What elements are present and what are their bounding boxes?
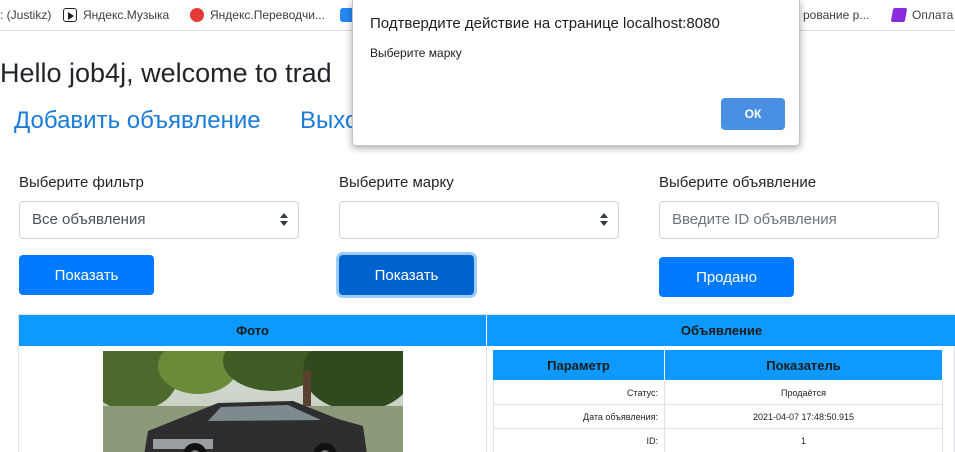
dialog-title: Подтвердите действие на странице localho… [370,15,720,32]
bookmark-payment[interactable]: Оплата [890,6,954,24]
add-ad-link[interactable]: Добавить объявление [14,107,261,135]
sold-button[interactable]: Продано [659,257,794,297]
bookmark-label: Оплата [912,8,954,22]
ad-id-input[interactable]: Введите ID объявления [659,201,939,239]
row-param: Дата объявления: [493,405,665,429]
select-caret-icon [600,213,608,227]
filter-select[interactable]: Все объявления [19,201,299,239]
table-row: ID: 1 [493,429,943,452]
brand-show-button[interactable]: Показать [339,255,474,295]
bookmark-yandex-music[interactable]: Яндекс.Музыка [63,6,169,24]
bookmark-yandex-translate[interactable]: Яндекс.Переводчи... [190,6,325,24]
select-caret-icon [280,213,288,227]
dialog-message: Выберите марку [370,46,462,60]
confirm-dialog: Подтвердите действие на странице localho… [352,0,800,146]
brand-label: Выберите марку [339,174,454,191]
translate-icon [190,8,204,22]
bookmark-label: : (Justikz) [0,8,52,22]
ad-id-placeholder: Введите ID объявления [672,211,837,228]
row-value: Продаётся [665,381,943,405]
row-param: ID: [493,429,665,452]
brand-select[interactable] [339,201,619,239]
bookmark-label: Яндекс.Переводчи... [210,8,325,22]
table-header-photo: Фото [19,315,487,346]
row-value: 2021-04-07 17:48:50.915 [665,405,943,429]
sub-header-param: Параметр [493,350,665,380]
filter-label: Выберите фильтр [19,174,144,191]
row-param: Статус: [493,381,665,405]
logout-link[interactable]: Выхо [300,107,358,135]
photo-cell [19,347,487,452]
table-row: Дата объявления: 2021-04-07 17:48:50.915 [493,405,943,429]
page-greeting: Hello job4j, welcome to trad [0,58,332,88]
bookmark-programming[interactable]: рование р... [803,6,869,24]
browser-viewport: : (Justikz) Яндекс.Музыка Яндекс.Перевод… [0,0,955,452]
table-row: Статус: Продаётся [493,381,943,405]
payment-icon [890,8,908,22]
car-photo[interactable] [103,351,403,452]
ad-label: Выберите объявление [659,174,817,191]
play-icon [63,8,77,22]
table-header-ad: Объявление [487,315,955,346]
bookmark-label: рование р... [803,8,870,22]
filter-show-button[interactable]: Показать [19,255,154,295]
dialog-ok-button[interactable]: ОК [721,98,785,130]
bookmark-justikz[interactable]: : (Justikz) [0,6,51,24]
sub-header-value: Показатель [665,350,943,380]
filter-select-value: Все объявления [32,211,146,228]
bookmark-label: Яндекс.Музыка [83,8,170,22]
row-value: 1 [665,429,943,452]
